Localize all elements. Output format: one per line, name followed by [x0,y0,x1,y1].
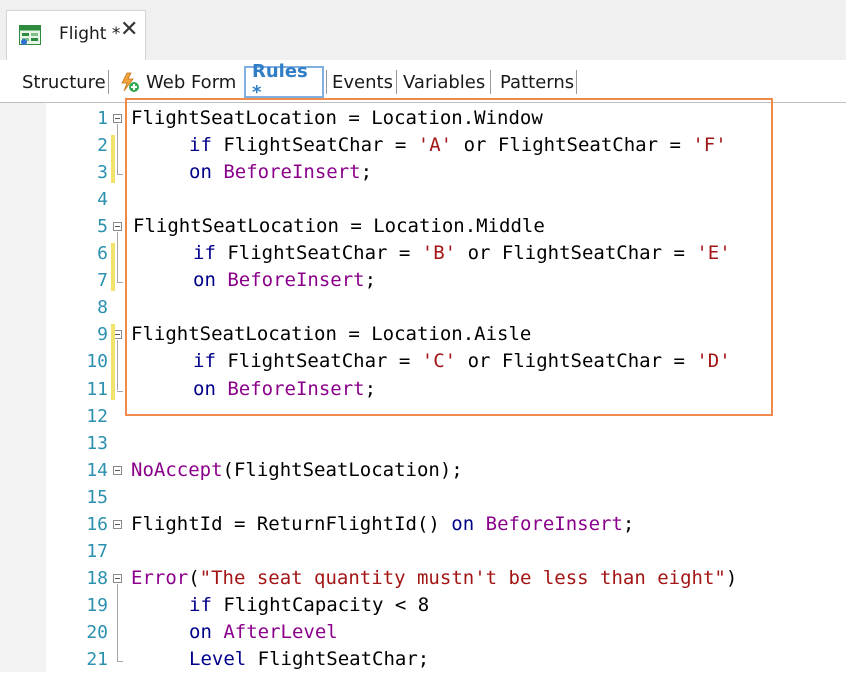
document-tab-strip: Flight * ✕ [0,0,846,61]
line-number: 6 [97,243,108,265]
fold-guide-end [117,282,123,284]
document-tab-title: Flight * [59,24,121,44]
code-text: Level FlightSeatChar; [189,648,429,670]
line-number: 9 [97,324,108,346]
toolbar-divider [396,70,397,94]
line-number: 19 [86,594,108,616]
line-number: 16 [86,513,108,535]
tab-variables[interactable]: Variables [403,66,485,98]
tab-web-form-label: Web Form [146,71,237,93]
change-marker [111,243,115,292]
code-line[interactable]: 21 Level FlightSeatChar; [0,647,846,674]
line-number: 10 [86,351,108,373]
code-text: NoAccept(FlightSeatLocation); [131,459,463,481]
code-token: BeforeInsert [485,512,623,535]
fold-guide [117,124,118,175]
tab-patterns[interactable]: Patterns [500,66,574,98]
code-line[interactable]: 15 [0,485,846,512]
transaction-icon [19,25,41,45]
change-marker [111,324,115,400]
code-line[interactable]: 20 on AfterLevel [0,620,846,647]
code-token: on [451,512,475,535]
fold-toggle-icon[interactable] [113,519,122,529]
fold-toggle-icon[interactable] [113,465,122,475]
code-token: FlightCapacity < 8 [211,593,430,616]
code-line[interactable]: 14 NoAccept(FlightSeatLocation); [0,458,846,485]
tab-events-label: Events [332,71,393,93]
code-token: ( [188,566,200,589]
document-tab-flight[interactable]: Flight * ✕ [6,10,146,60]
code-token: ; [622,512,635,535]
code-token: ) [725,566,738,589]
line-number: 5 [97,216,108,238]
fold-guide-end [117,661,123,662]
fold-guide [117,583,118,661]
code-token: FlightId = ReturnFlightId() [131,512,452,535]
code-text: on AfterLevel [189,621,338,643]
toolbar-divider [576,70,577,94]
code-text: Error("The seat quantity mustn't be less… [131,567,737,589]
fold-toggle-icon[interactable] [113,222,122,232]
code-token: FlightSeatChar; [246,648,430,670]
code-text: FlightId = ReturnFlightId() on BeforeIns… [131,513,634,535]
line-number: 15 [86,486,108,508]
toolbar-divider [108,70,109,94]
code-line[interactable]: 17 [0,539,846,566]
code-token: Level [189,648,247,670]
code-line[interactable]: 13 [0,431,846,458]
highlight-box [125,98,773,416]
line-number: 17 [86,540,108,562]
code-line[interactable]: 19 if FlightCapacity < 8 [0,593,846,620]
webform-icon [121,72,139,92]
line-number: 13 [86,432,108,454]
close-icon[interactable]: ✕ [120,19,138,41]
line-number: 2 [97,135,108,157]
line-number: 4 [97,189,108,211]
change-marker [111,135,115,184]
tab-rules[interactable]: Rules * [244,61,324,103]
line-number: 12 [86,405,108,427]
line-number: 3 [97,162,108,184]
fold-toggle-icon[interactable] [113,573,122,583]
tab-variables-label: Variables [403,71,486,93]
line-number: 7 [97,270,108,292]
fold-toggle-icon[interactable] [113,114,122,123]
line-number: 1 [97,108,108,129]
code-line[interactable]: 18 Error("The seat quantity mustn't be le… [0,566,846,593]
tab-events[interactable]: Events [332,66,393,98]
code-text: if FlightCapacity < 8 [189,594,429,616]
code-token: "The seat quantity mustn't be less than … [199,566,726,589]
fold-guide [117,232,118,283]
line-number: 8 [97,297,108,319]
code-token: AfterLevel [223,620,338,643]
tab-structure[interactable]: Structure [22,66,106,98]
toolbar-divider [326,70,327,94]
code-token: NoAccept [131,458,223,481]
toolbar-divider [490,70,491,94]
code-token: (FlightSeatLocation); [222,458,463,481]
tab-web-form[interactable]: Web Form [118,66,236,98]
tab-rules-label: Rules * [252,61,308,103]
line-number: 11 [86,378,108,400]
code-token: if [189,593,212,616]
fold-guide [117,340,118,391]
code-line[interactable]: 16 FlightId = ReturnFlightId() on BeforeI… [0,512,846,539]
fold-guide-end [117,390,123,392]
fold-guide-end [117,174,123,176]
line-number: 14 [86,459,108,481]
code-token: on [189,620,212,643]
tab-structure-label: Structure [22,71,106,93]
tab-patterns-label: Patterns [500,71,575,93]
line-number: 18 [86,567,108,589]
line-number: 20 [86,621,108,643]
line-number: 21 [86,649,108,670]
part-selector-toolbar: Structure Web Form Rules * Events Variab… [0,60,846,103]
code-token: Error [131,566,189,589]
